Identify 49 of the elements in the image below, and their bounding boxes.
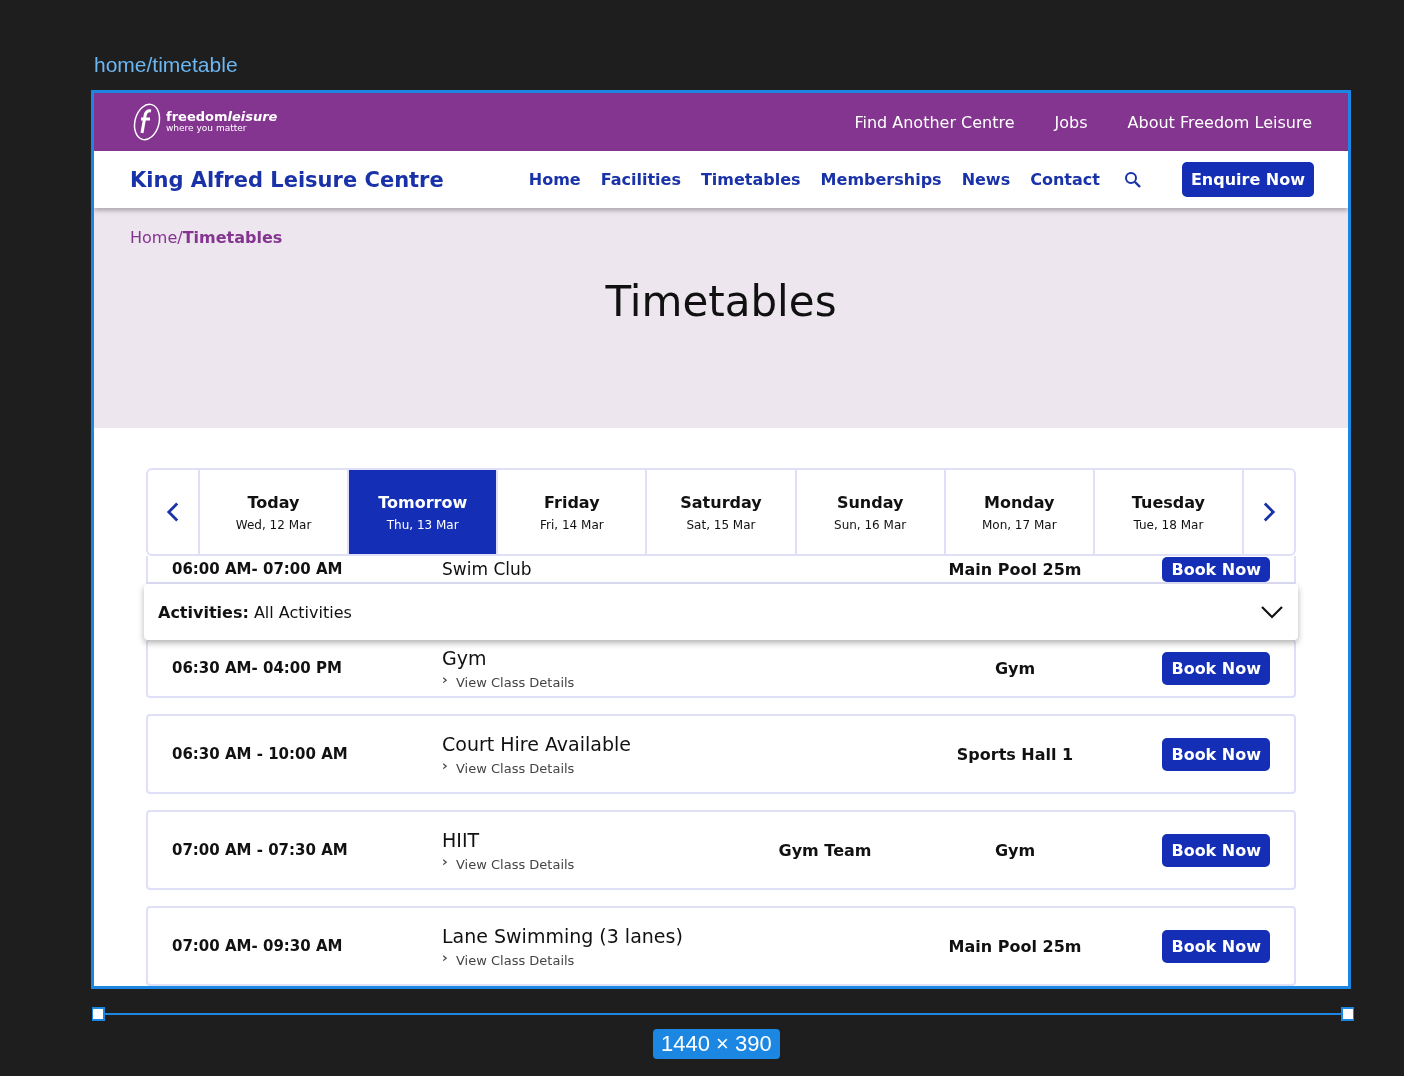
top-link[interactable]: Find Another Centre [854, 112, 1015, 132]
top-link[interactable]: Jobs [1054, 112, 1088, 132]
session-location: Main Pool 25m [947, 936, 1083, 956]
activity-dropdown[interactable]: Activities: All Activities [144, 584, 1298, 640]
book-button[interactable]: Book Now [1162, 556, 1270, 582]
logo-tagline: where you matter [166, 124, 248, 135]
session-time: 06:30 AM- 04:00 PM [172, 659, 343, 677]
site-title[interactable]: King Alfred Leisure Centre [130, 167, 529, 192]
details-link[interactable]: View Class Details [442, 760, 750, 776]
frame-label: home/timetable [94, 53, 238, 77]
session-location: Main Pool 25m [947, 559, 1083, 579]
session-time: 06:30 AM - 10:00 AM [172, 745, 349, 763]
nav-link[interactable]: Contact [1030, 170, 1100, 190]
breadcrumb-link[interactable]: Home/ [130, 228, 183, 248]
logo-name: freedomleisure [166, 110, 278, 125]
session-location: Gym [993, 840, 1037, 860]
details-link[interactable]: View Class Details [442, 856, 750, 872]
session-instructor: Gym Team [777, 840, 873, 860]
nav-link[interactable]: Facilities [600, 170, 681, 190]
details-link[interactable]: View Class Details [442, 674, 750, 690]
day-tab[interactable]: Tuesday Tue, 18 Mar [1092, 470, 1244, 554]
session-title: Lane Swimming (3 lanes) [442, 924, 684, 947]
nav-link[interactable]: Home [528, 170, 581, 190]
session-time: 07:00 AM - 07:30 AM [172, 841, 349, 859]
page-title: Timetables [604, 277, 838, 327]
session-time: 07:00 AM- 09:30 AM [172, 937, 344, 955]
enquire-button[interactable]: Enquire Now [1181, 162, 1314, 198]
search-icon[interactable] [1123, 170, 1142, 189]
nav-link[interactable]: Timetables [700, 170, 801, 190]
book-button[interactable]: Book Now [1162, 929, 1270, 963]
session-location: Gym [993, 658, 1037, 678]
details-link[interactable]: View Class Details [442, 952, 750, 968]
breadcrumb-current: Timetables [182, 228, 283, 248]
session-title: Swim Club [442, 559, 533, 579]
nav-link[interactable]: News [961, 170, 1011, 190]
logo-icon [132, 102, 162, 143]
session-time: 06:00 AM- 07:00 AM [172, 560, 344, 578]
session-location: Sports Hall 1 [955, 744, 1075, 764]
session-title: Court Hire Available [442, 732, 632, 755]
top-link[interactable]: About Freedom Leisure [1127, 112, 1312, 132]
caret-icon [1260, 605, 1284, 619]
book-button[interactable]: Book Now [1162, 651, 1270, 685]
size-badge: 1440 × 390 [653, 1029, 780, 1059]
day-tab[interactable]: Tomorrow Thu, 13 Mar [347, 470, 497, 554]
book-button[interactable]: Book Now [1162, 833, 1270, 867]
nav-link[interactable]: Memberships [820, 170, 942, 190]
session-title: HIIT [442, 828, 481, 851]
book-button[interactable]: Book Now [1162, 737, 1270, 771]
session-title: Gym [442, 646, 488, 669]
